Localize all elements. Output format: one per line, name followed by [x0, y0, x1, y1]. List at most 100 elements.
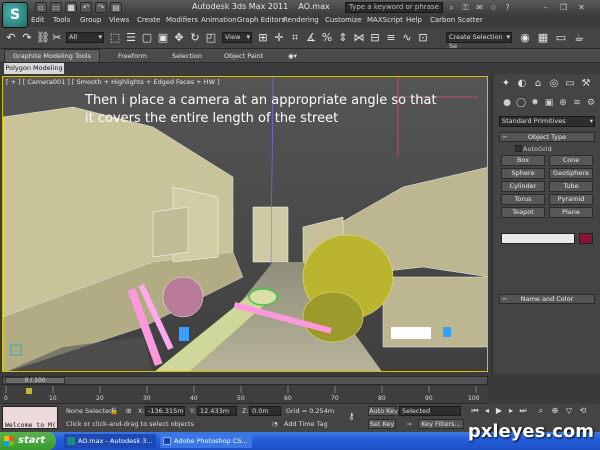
- menu-customize[interactable]: Customize: [325, 16, 362, 24]
- close-icon[interactable]: ✕: [576, 2, 587, 13]
- menu-group[interactable]: Group: [80, 16, 101, 24]
- select-scale-icon[interactable]: ◰: [204, 31, 218, 45]
- menu-carbon-scatter[interactable]: Carbon Scatter: [430, 16, 483, 24]
- object-name-field[interactable]: [501, 233, 575, 244]
- key-filter-icon[interactable]: ⊸: [406, 420, 411, 428]
- track-bar[interactable]: 0 10 20 30 40 50 60 70 80 90 100: [2, 386, 488, 404]
- spacewarps-icon[interactable]: ≋: [571, 97, 583, 109]
- camera-viewport[interactable]: [ + ] [ Camera001 ] [ Smooth + Highlight…: [2, 76, 488, 372]
- open-file-icon[interactable]: ▭: [50, 2, 62, 13]
- select-object-icon[interactable]: ⬚: [108, 31, 122, 45]
- redo-tool-icon[interactable]: ↷: [20, 31, 34, 45]
- tube-button[interactable]: Tube: [549, 181, 593, 192]
- percent-snap-icon[interactable]: %: [320, 31, 334, 45]
- zoom-icon[interactable]: ⌕: [536, 406, 546, 416]
- help-icon[interactable]: ?: [502, 2, 513, 13]
- set-key-button[interactable]: Set Key: [368, 419, 396, 429]
- mirror-icon[interactable]: ⋈: [352, 31, 366, 45]
- menu-modifiers[interactable]: Modifiers: [166, 16, 198, 24]
- go-to-start-icon[interactable]: ⏮: [470, 406, 480, 416]
- new-file-icon[interactable]: ▫: [35, 2, 47, 13]
- restore-icon[interactable]: ❐: [558, 2, 569, 13]
- auto-key-button[interactable]: Auto Key: [368, 406, 398, 416]
- menu-views[interactable]: Views: [109, 16, 129, 24]
- geosphere-button[interactable]: GeoSphere: [549, 168, 593, 179]
- rendered-frame-icon[interactable]: ▭: [554, 31, 568, 45]
- communication-center-icon[interactable]: ✉: [474, 2, 485, 13]
- geometry-icon[interactable]: ●: [501, 97, 513, 109]
- subscription-icon[interactable]: ⚿: [460, 2, 471, 13]
- selection-filter-dropdown[interactable]: All: [66, 32, 104, 43]
- time-slider-thumb[interactable]: 0 / 100: [5, 377, 65, 384]
- hierarchy-tab-icon[interactable]: ⌂: [531, 77, 545, 91]
- menu-tools[interactable]: Tools: [53, 16, 70, 24]
- torus-button[interactable]: Torus: [501, 194, 545, 205]
- tab-freeform[interactable]: Freeform: [118, 52, 147, 60]
- search-icon[interactable]: ⌕: [446, 2, 457, 13]
- time-tag-icon[interactable]: ◔: [272, 420, 278, 428]
- select-by-name-icon[interactable]: ☰: [124, 31, 138, 45]
- box-button[interactable]: Box: [501, 155, 545, 166]
- favorites-icon[interactable]: ☆: [488, 2, 499, 13]
- y-coord-field[interactable]: 12.433m: [197, 406, 237, 416]
- add-time-tag[interactable]: Add Time Tag: [284, 420, 328, 428]
- sphere-button[interactable]: Sphere: [501, 168, 545, 179]
- pyramid-button[interactable]: Pyramid: [549, 194, 593, 205]
- zoom-all-icon[interactable]: ⊕: [550, 406, 560, 416]
- name-color-rollout[interactable]: − Name and Color: [499, 294, 595, 304]
- shapes-icon[interactable]: ◯: [515, 97, 527, 109]
- next-frame-icon[interactable]: ▸: [506, 406, 516, 416]
- go-to-end-icon[interactable]: ⏭: [518, 406, 528, 416]
- unlink-icon[interactable]: ✂: [50, 31, 64, 45]
- display-tab-icon[interactable]: ▭: [563, 77, 577, 91]
- key-mode-dropdown[interactable]: Selected: [399, 406, 461, 416]
- key-icon[interactable]: ⚷: [348, 412, 355, 422]
- plane-button[interactable]: Plane: [549, 207, 593, 218]
- material-editor-icon[interactable]: ◉: [518, 31, 532, 45]
- autogrid-checkbox[interactable]: [515, 145, 522, 152]
- layer-manager-icon[interactable]: ≡: [384, 31, 398, 45]
- schematic-view-icon[interactable]: ⊡: [416, 31, 430, 45]
- select-rotate-icon[interactable]: ↻: [188, 31, 202, 45]
- menu-create[interactable]: Create: [137, 16, 160, 24]
- previous-frame-icon[interactable]: ◂: [482, 406, 492, 416]
- object-color-swatch[interactable]: [579, 233, 593, 244]
- menu-rendering[interactable]: Rendering: [283, 16, 319, 24]
- tab-graphite-modeling-tools[interactable]: Graphite Modeling Tools: [4, 49, 100, 63]
- menu-animation[interactable]: Animation: [201, 16, 237, 24]
- menu-help[interactable]: Help: [406, 16, 422, 24]
- app-logo-icon[interactable]: S: [2, 2, 28, 28]
- systems-icon[interactable]: ⚙: [585, 97, 597, 109]
- viewport-label[interactable]: [ + ] [ Camera001 ] [ Smooth + Highlight…: [6, 78, 220, 86]
- z-coord-field[interactable]: 0.0m: [249, 406, 281, 416]
- play-icon[interactable]: ▶: [494, 406, 504, 416]
- snap-toggle-icon[interactable]: ⌗: [288, 31, 302, 45]
- create-tab-icon[interactable]: ✦: [499, 77, 513, 91]
- menu-maxscript[interactable]: MAXScript: [367, 16, 403, 24]
- helpers-icon[interactable]: ⊕: [557, 97, 569, 109]
- render-production-icon[interactable]: ☕: [572, 31, 586, 45]
- select-link-icon[interactable]: ⛓: [36, 31, 50, 45]
- reference-coordinate-dropdown[interactable]: View: [222, 32, 252, 43]
- window-crossing-icon[interactable]: ▣: [156, 31, 170, 45]
- cameras-icon[interactable]: ▣: [543, 97, 555, 109]
- rect-selection-icon[interactable]: ▢: [140, 31, 154, 45]
- manipulate-icon[interactable]: ✛: [272, 31, 286, 45]
- key-filters-button[interactable]: Key Filters...: [418, 419, 464, 429]
- minimize-icon[interactable]: –: [540, 2, 551, 13]
- project-folder-icon[interactable]: ▤: [110, 2, 122, 13]
- select-move-icon[interactable]: ✥: [172, 31, 186, 45]
- undo-tool-icon[interactable]: ↶: [4, 31, 18, 45]
- absolute-mode-icon[interactable]: ⊞: [126, 407, 131, 415]
- search-input[interactable]: Type a keyword or phrase: [345, 2, 443, 13]
- cone-button[interactable]: Cone: [549, 155, 593, 166]
- ribbon-options-icon[interactable]: ◉▾: [288, 52, 297, 60]
- time-slider[interactable]: 0 / 100: [2, 376, 488, 385]
- start-button[interactable]: start: [0, 432, 56, 450]
- menu-graph-editors[interactable]: Graph Editors: [237, 16, 285, 24]
- spinner-snap-icon[interactable]: ⇕: [336, 31, 350, 45]
- align-icon[interactable]: ⊟: [368, 31, 382, 45]
- lights-icon[interactable]: ✸: [529, 97, 541, 109]
- tab-selection[interactable]: Selection: [172, 52, 202, 60]
- angle-snap-icon[interactable]: ∡: [304, 31, 318, 45]
